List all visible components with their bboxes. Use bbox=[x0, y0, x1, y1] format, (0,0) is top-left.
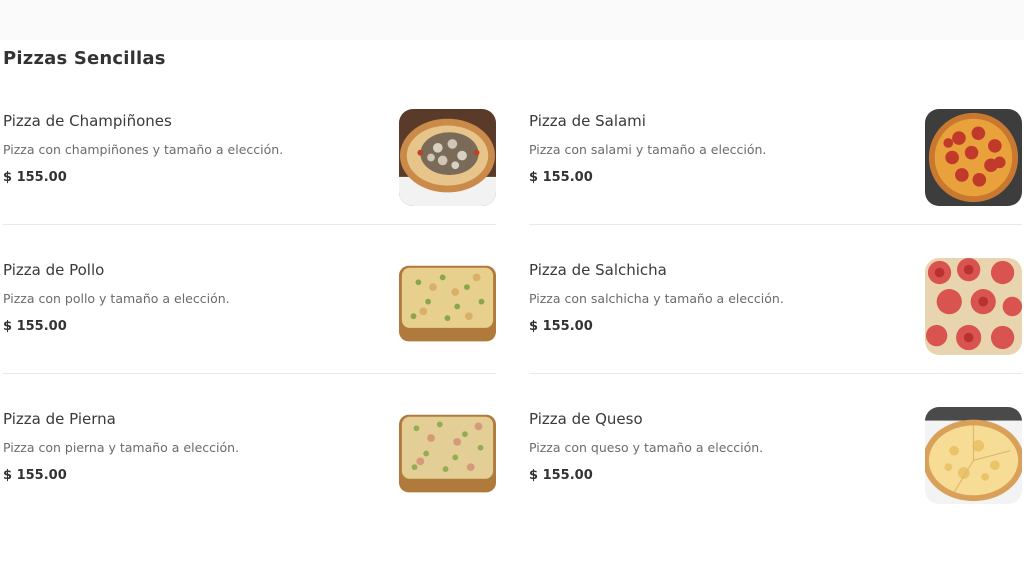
ham-pizza-icon[interactable] bbox=[399, 407, 496, 504]
menu-item-pierna[interactable]: Pizza de Pierna Pizza con pierna y tamañ… bbox=[3, 398, 496, 547]
item-price: $ 155.00 bbox=[529, 468, 593, 483]
menu-item-salami[interactable]: Pizza de Salami Pizza con salami y tamañ… bbox=[529, 100, 1022, 249]
menu-grid: Pizza de Champiñones Pizza con champiñon… bbox=[3, 100, 1022, 547]
item-divider bbox=[3, 224, 496, 225]
top-band bbox=[0, 0, 1024, 40]
item-description: Pizza con queso y tamaño a elección. bbox=[529, 440, 764, 455]
sausage-pizza-icon[interactable] bbox=[925, 258, 1022, 355]
item-description: Pizza con pollo y tamaño a elección. bbox=[3, 291, 230, 306]
menu-item-champinones[interactable]: Pizza de Champiñones Pizza con champiñon… bbox=[3, 100, 496, 249]
item-divider bbox=[529, 373, 1022, 374]
item-price: $ 155.00 bbox=[3, 319, 67, 334]
menu-item-queso[interactable]: Pizza de Queso Pizza con queso y tamaño … bbox=[529, 398, 1022, 547]
menu-item-pollo[interactable]: Pizza de Pollo Pizza con pollo y tamaño … bbox=[3, 249, 496, 398]
item-name: Pizza de Salami bbox=[529, 112, 646, 130]
item-price: $ 155.00 bbox=[529, 170, 593, 185]
item-description: Pizza con salchicha y tamaño a elección. bbox=[529, 291, 784, 306]
item-price: $ 155.00 bbox=[3, 170, 67, 185]
item-price: $ 155.00 bbox=[529, 319, 593, 334]
item-description: Pizza con pierna y tamaño a elección. bbox=[3, 440, 240, 455]
item-name: Pizza de Pollo bbox=[3, 261, 105, 279]
section-title: Pizzas Sencillas bbox=[3, 48, 166, 69]
item-name: Pizza de Pierna bbox=[3, 410, 116, 428]
mushroom-pizza-icon[interactable] bbox=[399, 109, 496, 206]
item-name: Pizza de Champiñones bbox=[3, 112, 172, 130]
menu-item-salchicha[interactable]: Pizza de Salchicha Pizza con salchicha y… bbox=[529, 249, 1022, 398]
item-description: Pizza con champiñones y tamaño a elecció… bbox=[3, 142, 284, 157]
cheese-pizza-icon[interactable] bbox=[925, 407, 1022, 504]
item-divider bbox=[3, 373, 496, 374]
item-name: Pizza de Queso bbox=[529, 410, 643, 428]
item-name: Pizza de Salchicha bbox=[529, 261, 667, 279]
item-price: $ 155.00 bbox=[3, 468, 67, 483]
salami-pizza-icon[interactable] bbox=[925, 109, 1022, 206]
chicken-pizza-icon[interactable] bbox=[399, 258, 496, 355]
item-divider bbox=[529, 224, 1022, 225]
item-description: Pizza con salami y tamaño a elección. bbox=[529, 142, 767, 157]
